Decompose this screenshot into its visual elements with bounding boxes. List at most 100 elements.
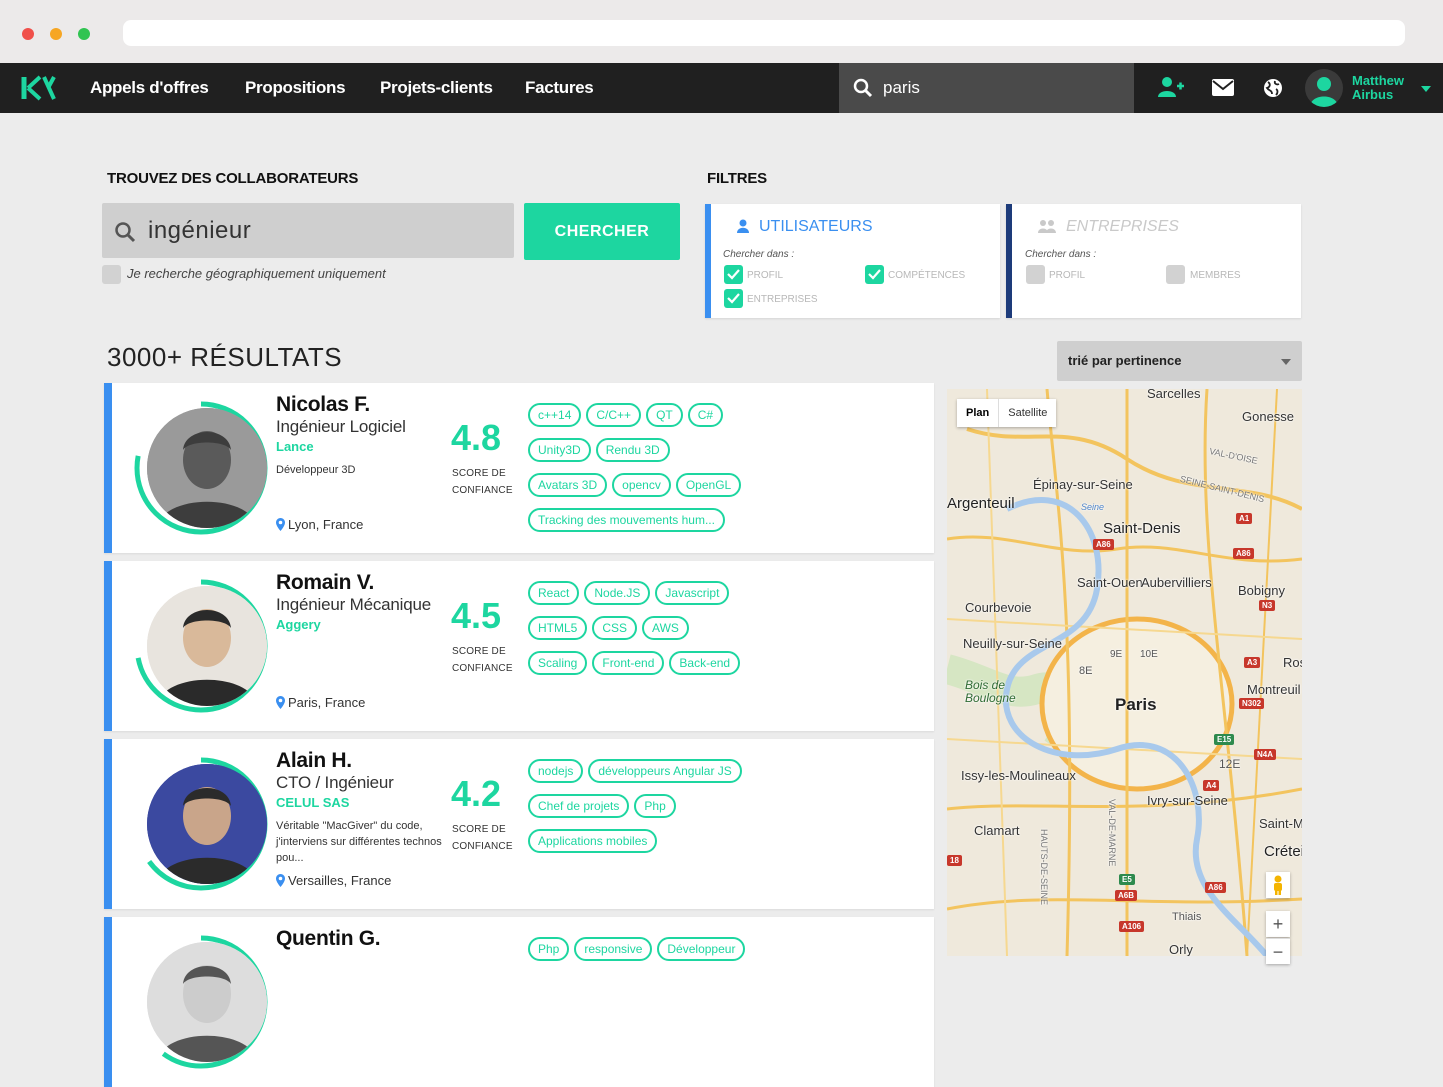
map-type-plan[interactable]: Plan	[957, 399, 998, 427]
skill-tag[interactable]: Applications mobiles	[528, 829, 658, 853]
skill-tag[interactable]: Back-end	[669, 651, 741, 675]
map-label: Saint-Ouen	[1077, 575, 1143, 590]
skill-tag[interactable]: Unity3D	[528, 438, 591, 462]
filter-users-entreprises-checkbox[interactable]	[724, 289, 743, 308]
map-zoom-out-button[interactable]: −	[1266, 938, 1290, 964]
street-view-pegman-icon[interactable]	[1266, 872, 1290, 898]
add-user-icon[interactable]	[1158, 76, 1184, 98]
skill-tag[interactable]: Scaling	[528, 651, 588, 675]
filter-companies-membres-checkbox[interactable]	[1166, 265, 1185, 284]
app-logo-icon[interactable]	[20, 75, 58, 101]
road-badge: A6B	[1115, 890, 1138, 901]
filter-users-competences-checkbox[interactable]	[865, 265, 884, 284]
pegman-icon	[1274, 875, 1282, 895]
result-company-link[interactable]: Aggery	[276, 617, 321, 632]
result-card[interactable]: Alain H. CTO / Ingénieur CELUL SAS Véritabl…	[104, 739, 934, 909]
skill-tag[interactable]: C#	[687, 403, 724, 427]
result-name[interactable]: Romain V.	[276, 571, 374, 595]
trust-score-label: SCORE DE CONFIANCE	[452, 643, 513, 677]
map-label: Créteil	[1264, 843, 1302, 860]
nav-search-input[interactable]	[883, 75, 1113, 101]
skill-tags: React Node.JS Javascript HTML5 CSS AWS Scaling…	[528, 581, 758, 686]
close-window-dot[interactable]	[22, 28, 34, 40]
skill-tag[interactable]: Rendu 3D	[595, 438, 670, 462]
nav-link-propositions[interactable]: Propositions	[245, 78, 346, 98]
map-pin-icon	[276, 518, 285, 531]
user-menu-chevron-down-icon[interactable]	[1421, 86, 1431, 92]
sort-select[interactable]: trié par pertinence	[1057, 341, 1302, 381]
filter-companies-profil-checkbox[interactable]	[1026, 265, 1045, 284]
skill-tag[interactable]: Front-end	[592, 651, 665, 675]
user-avatar[interactable]	[1305, 69, 1343, 107]
result-name[interactable]: Alain H.	[276, 749, 352, 773]
sort-select-value: trié par pertinence	[1068, 353, 1182, 368]
skill-tag[interactable]: Avatars 3D	[528, 473, 608, 497]
avatar[interactable]	[147, 942, 267, 1062]
result-name[interactable]: Nicolas F.	[276, 393, 370, 417]
map-label: Clamart	[974, 823, 1020, 838]
search-button[interactable]: CHERCHER	[524, 203, 680, 260]
skill-tag[interactable]: Php	[634, 794, 676, 818]
road-badge: E5	[1119, 874, 1135, 885]
chevron-down-icon	[1281, 359, 1291, 365]
avatar[interactable]	[147, 408, 267, 528]
result-card[interactable]: Romain V. Ingénieur Mécanique Aggery Paris,…	[104, 561, 934, 731]
filter-users-title[interactable]: UTILISATEURS	[759, 218, 873, 236]
user-avatar-icon	[1310, 77, 1338, 107]
skill-tag[interactable]: Php	[528, 937, 570, 961]
user-name[interactable]: Matthew Airbus	[1352, 74, 1404, 102]
skill-tag[interactable]: Node.JS	[584, 581, 651, 605]
skill-tag[interactable]: CSS	[592, 616, 638, 640]
skill-tag[interactable]: OpenGL	[675, 473, 742, 497]
skill-tag[interactable]: responsive	[574, 937, 653, 961]
search-heading: TROUVEZ DES COLLABORATEURS	[107, 170, 359, 187]
road-badge: N4A	[1254, 749, 1277, 760]
skill-tag[interactable]: Développeur	[657, 937, 746, 961]
skill-tag[interactable]: React	[528, 581, 580, 605]
results-map[interactable]: Plan Satellite Sarcelles Gonesse Argente…	[947, 389, 1302, 956]
skill-tag[interactable]: AWS	[642, 616, 689, 640]
trust-score: 4.8	[451, 417, 502, 458]
result-role: Ingénieur Logiciel	[276, 417, 406, 436]
skill-tag[interactable]: Javascript	[655, 581, 730, 605]
geo-only-checkbox[interactable]	[102, 265, 121, 284]
skill-tag[interactable]: opencv	[612, 473, 671, 497]
skill-tag[interactable]: HTML5	[528, 616, 588, 640]
map-label: Ivry-sur-Seine	[1147, 793, 1228, 808]
nav-link-projets[interactable]: Projets-clients	[380, 78, 493, 98]
skill-tag[interactable]: nodejs	[528, 759, 584, 783]
skill-tag[interactable]: Tracking des mouvements hum...	[528, 508, 725, 532]
map-type-satellite[interactable]: Satellite	[998, 399, 1056, 427]
person-photo-icon	[147, 586, 267, 706]
collaborator-search-input[interactable]	[148, 213, 498, 249]
result-name[interactable]: Quentin G.	[276, 927, 381, 951]
map-zoom-in-button[interactable]: +	[1266, 911, 1290, 937]
result-card[interactable]: Quentin G. Php responsive Développeur	[104, 917, 934, 1087]
skill-tag[interactable]: QT	[646, 403, 683, 427]
avatar[interactable]	[147, 586, 267, 706]
road-badge: N302	[1239, 698, 1265, 709]
skill-tag[interactable]: Chef de projets	[528, 794, 630, 818]
top-navbar: Appels d'offres Propositions Projets-cli…	[0, 63, 1443, 113]
maximize-window-dot[interactable]	[78, 28, 90, 40]
address-bar[interactable]	[123, 20, 1405, 46]
result-location-text: Paris, France	[288, 695, 366, 710]
nav-link-appels[interactable]: Appels d'offres	[90, 78, 209, 98]
skill-tag[interactable]: développeurs Angular JS	[588, 759, 742, 783]
result-company-link[interactable]: CELUL SAS	[276, 795, 349, 810]
filter-companies-subtitle: Chercher dans :	[1025, 249, 1097, 260]
trust-score-label-line: SCORE DE	[452, 824, 506, 835]
filter-users-profil-checkbox[interactable]	[724, 265, 743, 284]
avatar[interactable]	[147, 764, 267, 884]
nav-link-factures[interactable]: Factures	[525, 78, 594, 98]
globe-icon[interactable]	[1263, 78, 1283, 98]
mail-icon[interactable]	[1212, 79, 1234, 96]
skill-tag[interactable]: c++14	[528, 403, 582, 427]
minimize-window-dot[interactable]	[50, 28, 62, 40]
skill-tag[interactable]: C/C++	[586, 403, 642, 427]
result-company-link[interactable]: Lance	[276, 439, 314, 454]
result-location: Lyon, France	[276, 517, 363, 532]
result-card[interactable]: Nicolas F. Ingénieur Logiciel Lance Dévelop…	[104, 383, 934, 553]
filter-companies-title[interactable]: ENTREPRISES	[1066, 218, 1179, 236]
result-location-text: Versailles, France	[288, 873, 392, 888]
